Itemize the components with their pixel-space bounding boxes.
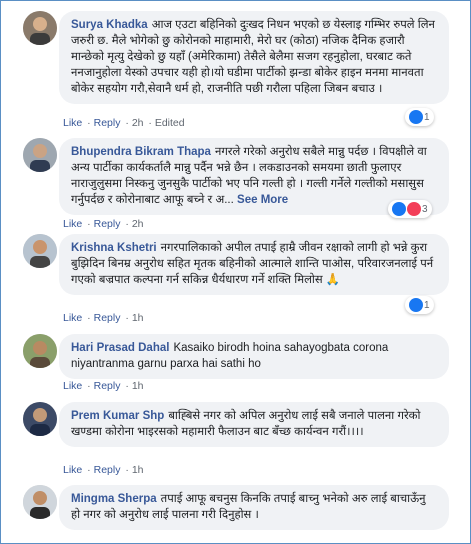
reaction-count: 1 xyxy=(424,111,430,123)
like-link[interactable]: Like xyxy=(63,117,82,129)
reaction-count: 3 xyxy=(422,203,428,215)
like-icon xyxy=(409,110,423,124)
comments-panel: Surya Khadka आज एउटा बहिनिको दुःखद निधन भ… xyxy=(0,0,471,544)
comment-actions: Like · Reply · 1h xyxy=(63,380,144,392)
reply-link[interactable]: Reply xyxy=(94,464,121,476)
comment-author[interactable]: Krishna Kshetri xyxy=(71,242,157,254)
avatar[interactable] xyxy=(23,485,57,519)
avatar[interactable] xyxy=(23,402,57,436)
comment-actions: Like · Reply · 2h xyxy=(63,218,144,230)
comment-bubble: Hari Prasad Dahal Kasaiko birodh hoina sa… xyxy=(59,334,449,379)
comment-author[interactable]: Surya Khadka xyxy=(71,19,148,31)
comment-author[interactable]: Hari Prasad Dahal xyxy=(71,342,169,354)
avatar[interactable] xyxy=(23,334,57,368)
comment-author[interactable]: Bhupendra Bikram Thapa xyxy=(71,146,211,158)
like-link[interactable]: Like xyxy=(63,312,82,324)
like-link[interactable]: Like xyxy=(63,218,82,230)
comment-bubble: Krishna Kshetri नगरपालिकाको अपील तपाई हाम… xyxy=(59,234,449,295)
comment-timestamp[interactable]: 1h xyxy=(132,312,144,324)
comment-timestamp[interactable]: 2h xyxy=(132,117,144,129)
like-link[interactable]: Like xyxy=(63,380,82,392)
reaction-count: 1 xyxy=(424,299,430,311)
reply-link[interactable]: Reply xyxy=(94,380,121,392)
reaction-summary[interactable]: 1 xyxy=(405,108,434,126)
avatar[interactable] xyxy=(23,234,57,268)
comment-timestamp[interactable]: 2h xyxy=(132,218,144,230)
love-icon xyxy=(407,202,421,216)
like-link[interactable]: Like xyxy=(63,464,82,476)
comment-bubble: Mingma Sherpa तपाई आफू बचनुस किनकि तपाई ब… xyxy=(59,485,449,530)
edited-label: Edited xyxy=(154,117,185,129)
comment-actions: Like · Reply · 1h xyxy=(63,312,144,324)
reply-link[interactable]: Reply xyxy=(94,312,121,324)
comment-bubble: Surya Khadka आज एउटा बहिनिको दुःखद निधन भ… xyxy=(59,11,449,104)
reply-link[interactable]: Reply xyxy=(94,117,121,129)
comment-timestamp[interactable]: 1h xyxy=(132,464,144,476)
comment-author[interactable]: Prem Kumar Shp xyxy=(71,410,164,422)
like-icon xyxy=(409,298,423,312)
comment-timestamp[interactable]: 1h xyxy=(132,380,144,392)
comment-actions: Like · Reply · 1h xyxy=(63,464,144,476)
avatar[interactable] xyxy=(23,11,57,45)
like-icon xyxy=(392,202,406,216)
see-more-link[interactable]: See More xyxy=(237,194,288,206)
reaction-summary[interactable]: 3 xyxy=(388,200,432,218)
avatar[interactable] xyxy=(23,138,57,172)
comment-author[interactable]: Mingma Sherpa xyxy=(71,493,157,505)
reaction-summary[interactable]: 1 xyxy=(405,296,434,314)
comment-actions: Like · Reply · 2h · Edited xyxy=(63,117,185,129)
comment-bubble: Prem Kumar Shp बाह्बिसे नगर को अपिल अनुरो… xyxy=(59,402,449,447)
reply-link[interactable]: Reply xyxy=(94,218,121,230)
